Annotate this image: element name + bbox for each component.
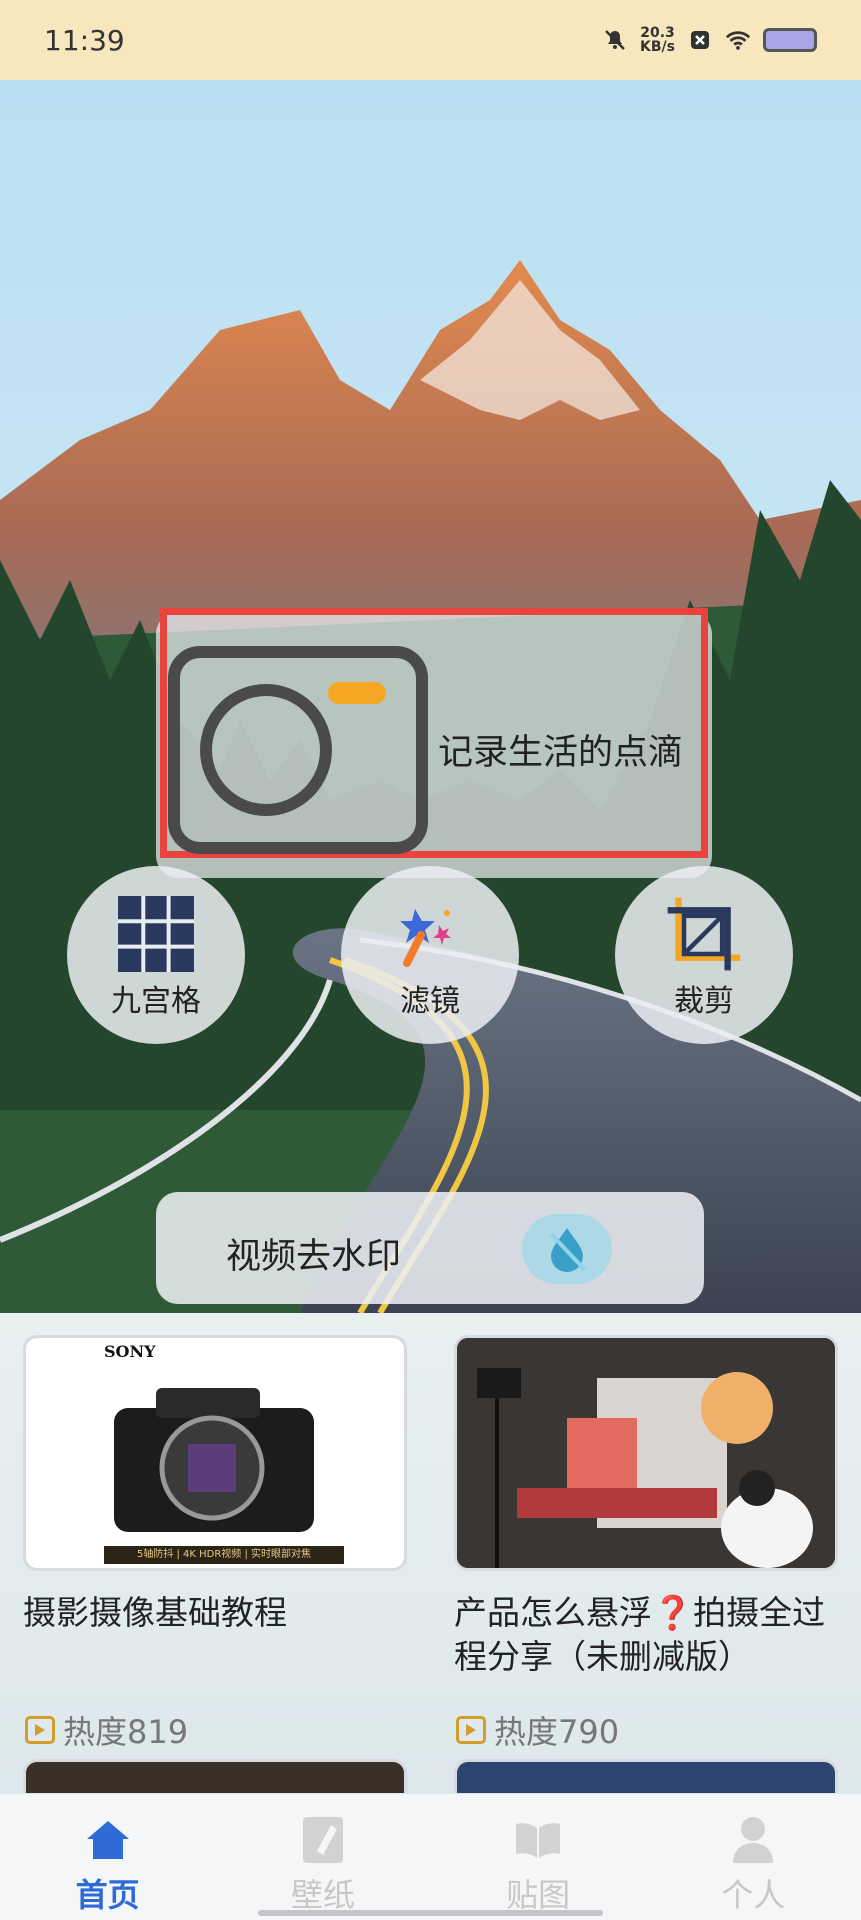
heat-counter: 热度790	[456, 1707, 619, 1753]
feed-card-title: 摄影摄像基础教程	[23, 1593, 287, 1632]
home-icon	[82, 1814, 134, 1866]
remove-watermark-label: 视频去水印	[226, 1237, 402, 1277]
net-speed-unit: KB/s	[640, 39, 675, 55]
crop-icon	[664, 894, 744, 974]
status-time: 11:39	[44, 23, 125, 57]
book-icon	[512, 1814, 564, 1866]
play-icon	[456, 1716, 486, 1744]
hero-banner: 记录生活的点滴 九宫格 滤镜 裁剪 视频去水印	[0, 80, 861, 1313]
camera-product-thumbnail: SONY 5轴防抖 | 4K HDR视频 | 实时眼部对焦	[23, 1335, 407, 1571]
close-box-icon	[687, 27, 713, 53]
home-indicator-bar	[258, 1910, 603, 1916]
grid-nine-button[interactable]: 九宫格	[67, 866, 245, 1044]
nav-profile-label: 个人	[721, 1876, 786, 1914]
camera-features-banner: 5轴防抖 | 4K HDR视频 | 实时眼部对焦	[104, 1546, 344, 1564]
water-drop-icon	[522, 1214, 612, 1284]
heat-counter: 热度819	[25, 1707, 188, 1753]
battery-icon	[763, 28, 817, 52]
crop-label: 裁剪	[674, 984, 734, 1019]
feed-card[interactable]: SONY 5轴防抖 | 4K HDR视频 | 实时眼部对焦 摄影摄像基础教程 热…	[23, 1335, 407, 1751]
person-icon	[727, 1814, 779, 1866]
nav-home-label: 首页	[75, 1876, 140, 1914]
play-icon	[25, 1716, 55, 1744]
grid-nine-label: 九宫格	[111, 984, 201, 1019]
wallpaper-icon	[297, 1814, 349, 1866]
crop-button[interactable]: 裁剪	[615, 866, 793, 1044]
nav-home[interactable]: 首页	[0, 1794, 215, 1920]
filter-button[interactable]: 滤镜	[341, 866, 519, 1044]
status-bar: 11:39 20.3 KB/s	[0, 0, 861, 80]
net-speed: 20.3 KB/s	[640, 26, 675, 54]
bottom-navigation: 首页 壁纸 贴图 个人	[0, 1793, 861, 1920]
nav-profile[interactable]: 个人	[646, 1794, 861, 1920]
nav-wallpaper[interactable]: 壁纸	[215, 1794, 430, 1920]
remove-watermark-button[interactable]: 视频去水印	[156, 1192, 704, 1304]
studio-photo-image	[457, 1338, 835, 1568]
heat-value: 热度790	[494, 1713, 620, 1751]
camera-body-image	[114, 1388, 314, 1532]
feed-card-title: 产品怎么悬浮❓拍摄全过程分享（未删减版）	[454, 1593, 826, 1676]
wifi-icon	[725, 27, 751, 53]
status-icons: 20.3 KB/s	[602, 26, 817, 54]
feed-card[interactable]: 产品怎么悬浮❓拍摄全过程分享（未删减版） 热度790	[454, 1335, 838, 1751]
camera-icon	[168, 646, 428, 860]
filter-label: 滤镜	[400, 984, 460, 1019]
mute-bell-icon	[602, 27, 628, 53]
tutorial-feed: SONY 5轴防抖 | 4K HDR视频 | 实时眼部对焦 摄影摄像基础教程 热…	[0, 1313, 861, 1799]
studio-shoot-thumbnail	[454, 1335, 838, 1571]
record-life-label: 记录生活的点滴	[438, 733, 684, 773]
nav-stickers[interactable]: 贴图	[431, 1794, 646, 1920]
grid-icon	[116, 894, 196, 974]
heat-value: 热度819	[63, 1713, 189, 1751]
magic-wand-icon	[390, 894, 470, 974]
